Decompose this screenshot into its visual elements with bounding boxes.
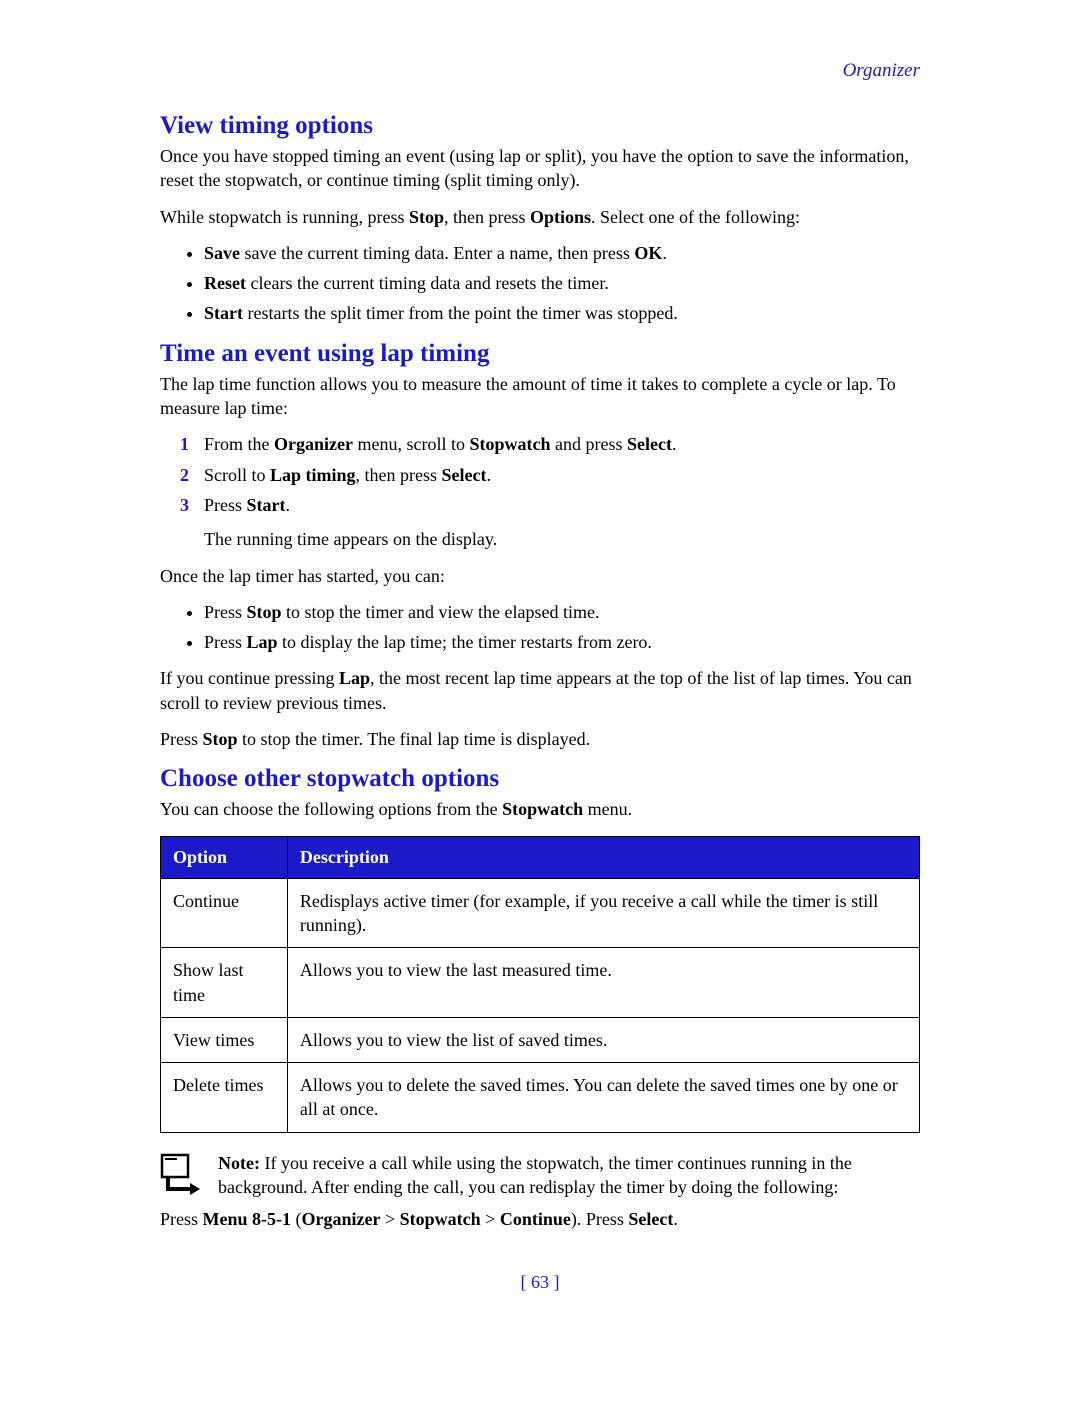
table-row: Delete times Allows you to delete the sa… (161, 1063, 920, 1133)
list-item: Save save the current timing data. Enter… (204, 241, 920, 265)
table-row: Continue Redisplays active timer (for ex… (161, 878, 920, 948)
list-item: Reset clears the current timing data and… (204, 271, 920, 295)
header-section: Organizer (160, 60, 920, 82)
paragraph: The lap time function allows you to meas… (160, 372, 920, 421)
paragraph: You can choose the following options fro… (160, 797, 920, 821)
cell-description: Allows you to view the list of saved tim… (287, 1017, 919, 1062)
table-header-description: Description (287, 836, 919, 878)
heading-choose-options: Choose other stopwatch options (160, 765, 920, 793)
table-header-option: Option (161, 836, 288, 878)
cell-option: View times (161, 1017, 288, 1062)
paragraph: Once the lap timer has started, you can: (160, 564, 920, 588)
cell-option: Delete times (161, 1063, 288, 1133)
paragraph: While stopwatch is running, press Stop, … (160, 205, 920, 229)
paragraph: Press Stop to stop the timer. The final … (160, 727, 920, 751)
page-number: [ 63 ] (160, 1272, 920, 1293)
step-item: Scroll to Lap timing, then press Select. (180, 463, 920, 487)
steps-list: From the Organizer menu, scroll to Stopw… (160, 432, 920, 517)
options-list: Save save the current timing data. Enter… (160, 241, 920, 326)
cell-description: Allows you to delete the saved times. Yo… (287, 1063, 919, 1133)
heading-lap-timing: Time an event using lap timing (160, 340, 920, 368)
table-row: View times Allows you to view the list o… (161, 1017, 920, 1062)
note-text: Note: If you receive a call while using … (218, 1151, 920, 1200)
paragraph: Press Menu 8-5-1 (Organizer > Stopwatch … (160, 1207, 920, 1231)
paragraph: If you continue pressing Lap, the most r… (160, 666, 920, 715)
heading-view-timing-options: View timing options (160, 112, 920, 140)
note-block: Note: If you receive a call while using … (160, 1151, 920, 1200)
list-item: Press Lap to display the lap time; the t… (204, 630, 920, 654)
paragraph: The running time appears on the display. (204, 527, 920, 551)
step-item: From the Organizer menu, scroll to Stopw… (180, 432, 920, 456)
cell-option: Show last time (161, 948, 288, 1018)
table-row: Show last time Allows you to view the la… (161, 948, 920, 1018)
note-arrow-icon (160, 1153, 200, 1195)
options-table: Option Description Continue Redisplays a… (160, 836, 920, 1133)
cell-description: Redisplays active timer (for example, if… (287, 878, 919, 948)
step-item: Press Start. (180, 493, 920, 517)
cell-option: Continue (161, 878, 288, 948)
paragraph: Once you have stopped timing an event (u… (160, 144, 920, 193)
actions-list: Press Stop to stop the timer and view th… (160, 600, 920, 655)
list-item: Press Stop to stop the timer and view th… (204, 600, 920, 624)
list-item: Start restarts the split timer from the … (204, 301, 920, 325)
cell-description: Allows you to view the last measured tim… (287, 948, 919, 1018)
